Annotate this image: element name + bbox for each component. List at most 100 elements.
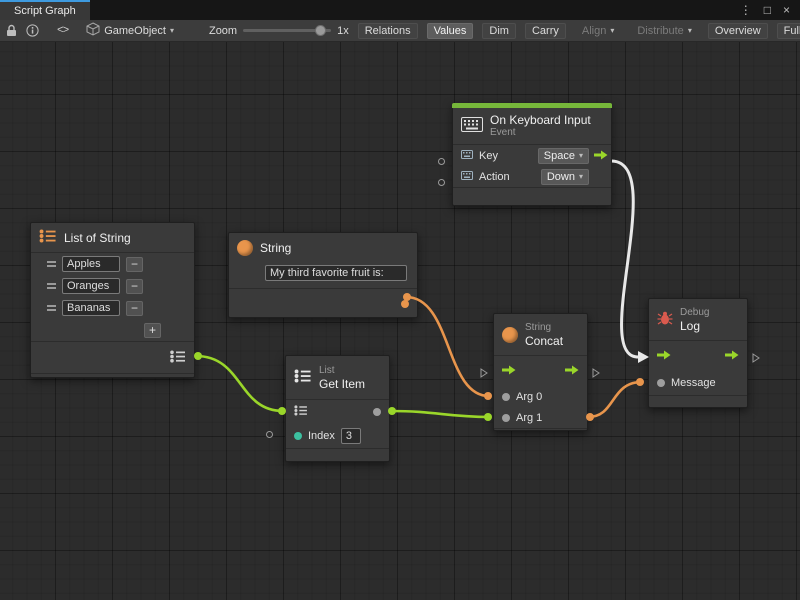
message-label: Message	[671, 377, 716, 389]
node-list-of-string[interactable]: List of String − − − +	[30, 222, 195, 378]
add-item-button[interactable]: +	[144, 323, 161, 338]
index-input[interactable]	[341, 428, 361, 444]
node-category: Debug	[680, 307, 709, 319]
string-output-port[interactable]	[401, 300, 409, 308]
arg1-row: Arg 1	[494, 407, 587, 428]
wire-getitem-to-concat	[390, 411, 489, 417]
graph-canvas[interactable]: On Keyboard Input Event Key Space ▾	[0, 42, 800, 600]
list-item-input[interactable]	[62, 256, 120, 272]
action-row: Action Down ▾	[453, 166, 611, 187]
pane-menu-icon[interactable]: ⋮	[740, 3, 752, 17]
distribute-button[interactable]: Distribute ▾	[630, 23, 698, 39]
list-item-input[interactable]	[62, 300, 120, 316]
action-dropdown[interactable]: Down ▾	[541, 169, 589, 185]
carry-button[interactable]: Carry	[525, 23, 566, 39]
list-item-row: −	[31, 275, 194, 297]
chevron-down-icon: ▾	[579, 172, 583, 181]
node-header-text: String Concat	[525, 322, 563, 348]
string-output-row	[229, 288, 417, 318]
node-title: Log	[680, 319, 709, 333]
node-debug-log[interactable]: Debug Log Message	[648, 298, 748, 408]
info-icon[interactable]	[26, 22, 39, 40]
action-port-circle[interactable]	[438, 179, 445, 186]
node-subtitle: Event	[490, 127, 591, 139]
node-header: Debug Log	[649, 299, 747, 341]
chevron-down-icon: ▾	[170, 26, 174, 35]
action-value: Down	[547, 171, 575, 183]
remove-item-button[interactable]: −	[126, 279, 143, 294]
code-icon[interactable]: <>	[57, 22, 68, 40]
gameobject-label: GameObject	[104, 25, 166, 37]
flow-output-port[interactable]	[594, 150, 608, 163]
node-category: List	[319, 365, 365, 377]
distribute-label: Distribute	[637, 25, 683, 37]
restore-icon[interactable]: □	[764, 3, 771, 17]
arg0-label: Arg 0	[516, 391, 542, 403]
node-header: String Concat	[494, 314, 587, 356]
node-header: String	[229, 233, 417, 263]
key-row: Key Space ▾	[453, 145, 611, 166]
list-input-port-icon[interactable]	[294, 405, 308, 419]
align-button[interactable]: Align ▾	[575, 23, 621, 39]
lock-icon[interactable]	[6, 22, 17, 40]
node-header: List Get Item	[286, 356, 389, 400]
zoom-control: Zoom 1x	[209, 25, 349, 37]
arg1-label: Arg 1	[516, 412, 542, 424]
node-header: List of String	[31, 223, 194, 253]
node-get-item[interactable]: List Get Item Index	[285, 355, 390, 462]
action-label: Action	[479, 171, 510, 183]
node-concat[interactable]: String Concat Arg 0 Arg 1	[493, 313, 588, 431]
item-output-port[interactable]	[373, 408, 381, 416]
keyboard-icon	[461, 117, 483, 135]
string-icon	[502, 327, 518, 343]
bug-icon	[657, 310, 673, 329]
values-button[interactable]: Values	[427, 23, 474, 39]
flow-input-port[interactable]	[502, 365, 516, 378]
flow-output-port[interactable]	[725, 350, 739, 363]
arg0-input-port[interactable]	[502, 393, 510, 401]
relations-button[interactable]: Relations	[358, 23, 418, 39]
node-string-literal[interactable]: String	[228, 232, 418, 318]
flow-output-triangle[interactable]	[592, 365, 600, 383]
zoom-knob[interactable]	[315, 25, 326, 36]
index-port-circle[interactable]	[266, 431, 273, 438]
dim-button[interactable]: Dim	[482, 23, 516, 39]
zoom-label: Zoom	[209, 25, 237, 37]
string-icon	[237, 240, 253, 256]
gameobject-selector[interactable]: GameObject ▾	[86, 22, 174, 39]
chevron-down-icon: ▾	[610, 26, 614, 35]
list-item-row: −	[31, 297, 194, 319]
close-icon[interactable]: ×	[783, 3, 790, 17]
overview-button[interactable]: Overview	[708, 23, 768, 39]
node-title: Concat	[525, 334, 563, 348]
node-header: On Keyboard Input Event	[453, 108, 611, 145]
fullscreen-button[interactable]: Full Screen	[777, 23, 800, 39]
remove-item-button[interactable]: −	[126, 257, 143, 272]
flow-output-port[interactable]	[565, 365, 579, 378]
zoom-slider[interactable]	[243, 29, 331, 32]
index-input-port[interactable]	[294, 432, 302, 440]
message-input-port[interactable]	[657, 379, 665, 387]
string-value-input[interactable]	[265, 265, 407, 281]
zoom-value: 1x	[337, 25, 349, 37]
tab-title: Script Graph	[14, 5, 76, 17]
drag-handle-icon[interactable]	[47, 283, 56, 289]
add-row[interactable]: −	[126, 301, 143, 316]
list-output-port-icon[interactable]	[170, 350, 186, 366]
list-item-input[interactable]	[62, 278, 120, 294]
flow-input-triangle[interactable]	[480, 365, 488, 383]
flow-input-port[interactable]	[657, 350, 671, 363]
node-on-keyboard-input[interactable]: On Keyboard Input Event Key Space ▾	[452, 103, 612, 206]
node-footer	[649, 395, 747, 408]
chevron-down-icon: ▾	[579, 151, 583, 160]
drag-handle-icon[interactable]	[47, 305, 56, 311]
drag-handle-icon[interactable]	[47, 261, 56, 267]
flow-row	[649, 341, 747, 371]
tab-script-graph[interactable]: Script Graph	[0, 0, 90, 20]
flow-output-triangle[interactable]	[752, 350, 760, 368]
key-port-circle[interactable]	[438, 158, 445, 165]
node-title: String	[260, 241, 291, 255]
key-dropdown[interactable]: Space ▾	[538, 148, 589, 164]
arg1-input-port[interactable]	[502, 414, 510, 422]
unity-cube-icon	[86, 22, 100, 39]
